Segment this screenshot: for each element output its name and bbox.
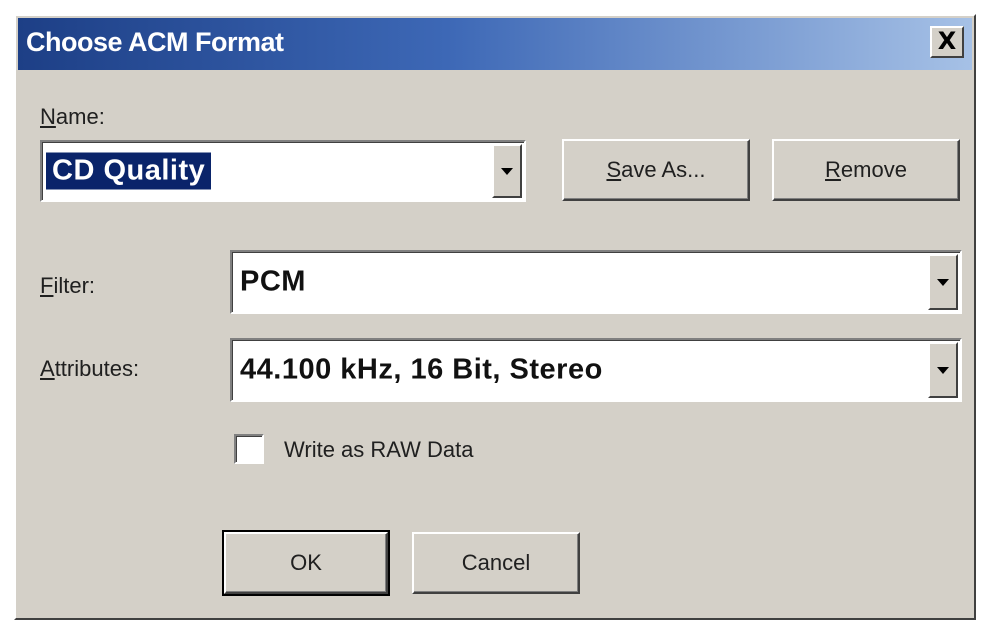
filter-combobox[interactable]: PCM xyxy=(230,250,962,314)
name-label-mnemonic: N xyxy=(40,104,56,129)
attributes-dropdown-button[interactable] xyxy=(928,342,958,398)
write-raw-label[interactable]: Write as RAW Data xyxy=(284,437,473,463)
filter-dropdown-button[interactable] xyxy=(928,254,958,310)
filter-label-mnemonic: F xyxy=(40,273,54,298)
remove-button[interactable]: Remove xyxy=(772,139,960,201)
remove-label: emove xyxy=(840,157,907,182)
cancel-button[interactable]: Cancel xyxy=(412,532,580,594)
name-dropdown-button[interactable] xyxy=(492,144,522,198)
save-as-mnemonic: S xyxy=(606,157,622,182)
chevron-down-icon xyxy=(937,279,949,286)
attributes-value: 44.100 kHz, 16 Bit, Stereo xyxy=(240,353,603,386)
close-button[interactable]: X xyxy=(930,26,964,58)
ok-button[interactable]: OK xyxy=(222,530,390,596)
attributes-label-mnemonic: A xyxy=(40,356,55,381)
write-raw-checkbox[interactable] xyxy=(234,434,264,464)
filter-label: Filter: xyxy=(40,273,95,299)
attributes-label-text: ttributes: xyxy=(54,356,140,381)
name-combobox[interactable]: CD Quality xyxy=(40,140,526,202)
filter-label-text: ilter: xyxy=(53,273,96,298)
save-as-button[interactable]: Save As... xyxy=(562,139,750,201)
name-value: CD Quality xyxy=(46,152,212,190)
dialog-title: Choose ACM Format xyxy=(26,27,284,57)
chevron-down-icon xyxy=(501,168,513,175)
remove-mnemonic: R xyxy=(825,157,841,182)
filter-value: PCM xyxy=(240,265,306,298)
close-icon: X xyxy=(937,27,957,55)
title-bar[interactable]: Choose ACM Format X xyxy=(18,18,972,70)
choose-acm-format-dialog: Choose ACM Format X Name: CD Quality Sav… xyxy=(14,14,976,620)
chevron-down-icon xyxy=(937,367,949,374)
name-label-text: ame: xyxy=(55,104,105,129)
attributes-combobox[interactable]: 44.100 kHz, 16 Bit, Stereo xyxy=(230,338,962,402)
save-as-label: ave As... xyxy=(621,157,706,182)
attributes-label: Attributes: xyxy=(40,356,139,382)
name-label: Name: xyxy=(40,104,105,130)
